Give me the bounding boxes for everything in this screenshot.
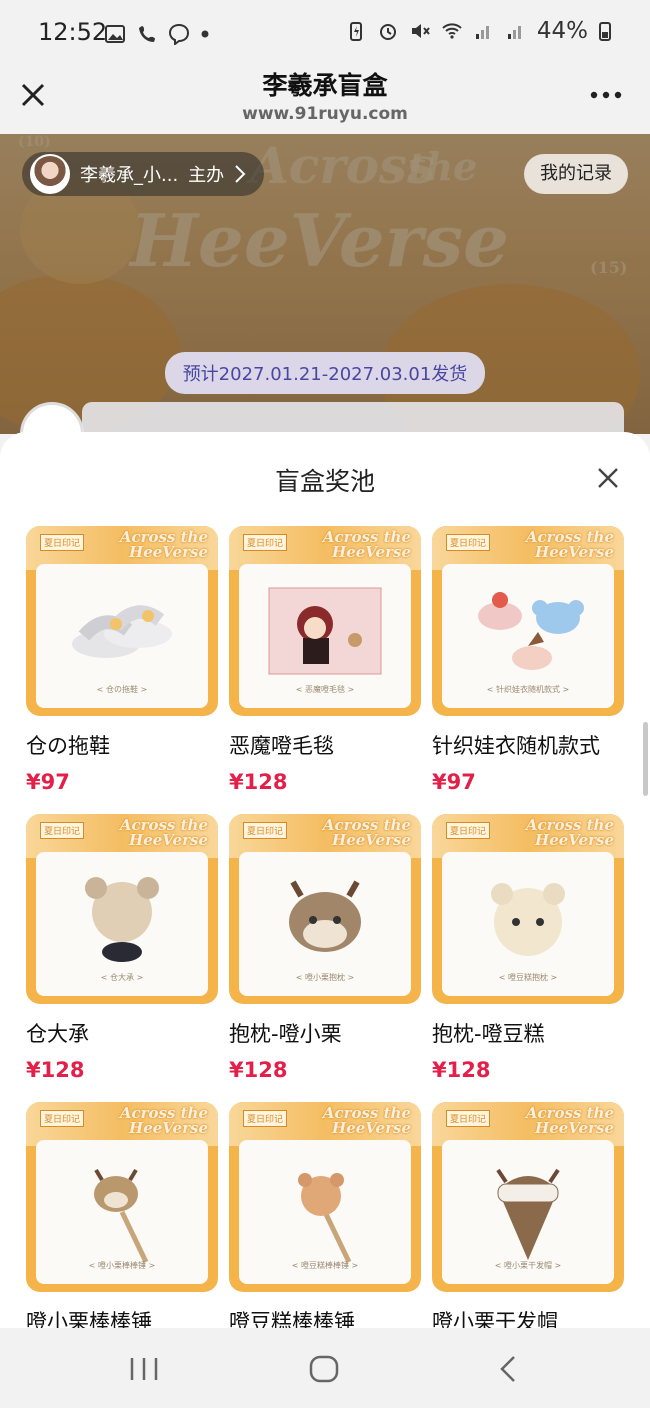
- scrollbar[interactable]: [643, 722, 648, 796]
- prize-name: 噔小栗棒棒锤: [26, 1310, 152, 1328]
- battery-icon: [599, 22, 611, 41]
- prize-pool-sheet: 盲盒奖池 夏日印记 Across the HeeVerse < 仓の拖鞋 > 仓の拖鞋 ¥…: [0, 432, 650, 1328]
- prize-price: ¥97: [432, 770, 476, 794]
- viber-icon: [168, 23, 190, 45]
- home-icon[interactable]: [308, 1354, 340, 1384]
- recent-apps-icon[interactable]: [128, 1356, 160, 1382]
- prize-price: ¥128: [229, 770, 288, 794]
- prize-price: ¥128: [229, 1058, 288, 1082]
- gallery-icon: [105, 25, 125, 43]
- info-card: [82, 402, 624, 434]
- ship-date-badge: 预计2027.01.21-2027.03.01发货: [0, 352, 650, 394]
- signal-icon: [475, 26, 489, 39]
- host-role: 主办: [188, 165, 225, 186]
- status-time: 12:52: [38, 18, 108, 46]
- wifi-icon: [442, 23, 462, 39]
- prize-item[interactable]: 夏日印记 Across the HeeVerse < 噔小栗棒棒锤 > 噔小栗棒棒锤: [26, 1102, 218, 1328]
- thumb-caption: < 噔小栗棒棒锤 >: [88, 1261, 156, 1270]
- host-pill[interactable]: 李羲承_小... 主办: [22, 152, 265, 196]
- prize-image: 夏日印记 Across the HeeVerse < 噔小栗抱枕 >: [229, 814, 421, 1004]
- signal-2-icon: [507, 26, 521, 39]
- system-nav-bar: [0, 1328, 650, 1408]
- prize-name: 抱枕-噔豆糕: [432, 1022, 545, 1046]
- prize-image: 夏日印记 Across the HeeVerse < 噔小栗干发帽 >: [432, 1102, 624, 1292]
- prize-name: 噔小栗干发帽: [432, 1310, 558, 1328]
- chevron-right-icon: [235, 165, 246, 183]
- prize-image: 夏日印记 Across the HeeVerse < 仓大承 >: [26, 814, 218, 1004]
- page-title: 李羲承盲盒: [262, 71, 388, 100]
- battery-saver-icon: [349, 22, 362, 41]
- prize-name: 抱枕-噔小栗: [229, 1022, 342, 1046]
- prize-item[interactable]: 夏日印记 Across the HeeVerse < 针织娃衣随机款式 > 针织娃衣随机…: [432, 526, 624, 794]
- missed-call-icon: [139, 26, 155, 42]
- prize-item[interactable]: 夏日印记 Across the HeeVerse < 噔豆糕抱枕 > 抱枕-噔豆糕 ¥12…: [432, 814, 624, 1082]
- app-header: 李羲承盲盒 www.91ruyu.com: [0, 62, 650, 134]
- page-url: www.91ruyu.com: [242, 104, 408, 124]
- prize-name: 噔豆糕棒棒锤: [229, 1310, 355, 1328]
- prize-name: 仓大承: [26, 1022, 89, 1046]
- thumb-caption: < 恶魔噔毛毯 >: [295, 685, 355, 694]
- mute-icon: [411, 24, 430, 38]
- notification-icons: [104, 20, 210, 48]
- prize-item[interactable]: 夏日印记 Across the HeeVerse < 仓の拖鞋 > 仓の拖鞋 ¥97: [26, 526, 218, 794]
- battery-percent: 44%: [536, 18, 588, 44]
- sheet-title: 盲盒奖池: [274, 467, 375, 496]
- prize-price: ¥97: [26, 770, 70, 794]
- avatar: [30, 154, 70, 194]
- prize-image: 夏日印记 Across the HeeVerse < 噔豆糕抱枕 >: [432, 814, 624, 1004]
- prize-item[interactable]: 夏日印记 Across the HeeVerse < 噔豆糕棒棒锤 > 噔豆糕棒棒锤: [229, 1102, 421, 1328]
- prize-name: 恶魔噔毛毯: [229, 734, 334, 758]
- prize-item[interactable]: 夏日印记 Across the HeeVerse < 噔小栗干发帽 > 噔小栗干发帽: [432, 1102, 624, 1328]
- thumb-caption: < 针织娃衣随机款式 >: [486, 685, 570, 694]
- prize-image: 夏日印记 Across the HeeVerse < 噔小栗棒棒锤 >: [26, 1102, 218, 1292]
- thumb-caption: < 仓の拖鞋 >: [96, 685, 148, 694]
- host-name: 李羲承_小...: [80, 165, 179, 186]
- close-icon[interactable]: [596, 466, 620, 490]
- prize-item[interactable]: 夏日印记 Across the HeeVerse < 恶魔噔毛毯 > 恶魔噔毛毯 ¥128: [229, 526, 421, 794]
- thumb-caption: < 噔豆糕棒棒锤 >: [291, 1261, 359, 1270]
- more-options-icon[interactable]: [588, 80, 624, 110]
- prize-image: 夏日印记 Across the HeeVerse < 恶魔噔毛毯 >: [229, 526, 421, 716]
- prize-item[interactable]: 夏日印记 Across the HeeVerse < 噔小栗抱枕 > 抱枕-噔小栗 ¥12…: [229, 814, 421, 1082]
- prize-item[interactable]: 夏日印记 Across the HeeVerse < 仓大承 > 仓大承 ¥128: [26, 814, 218, 1082]
- prize-name: 针织娃衣随机款式: [432, 734, 600, 758]
- prize-image: 夏日印记 Across the HeeVerse < 针织娃衣随机款式 >: [432, 526, 624, 716]
- thumb-caption: < 噔豆糕抱枕 >: [498, 973, 558, 982]
- prize-price: ¥128: [432, 1058, 491, 1082]
- thumb-caption: < 仓大承 >: [100, 973, 144, 982]
- prize-image: 夏日印记 Across the HeeVerse < 仓の拖鞋 >: [26, 526, 218, 716]
- ship-date-text: 预计2027.01.21-2027.03.01发货: [164, 352, 486, 394]
- alarm-icon: [379, 24, 396, 40]
- thumb-caption: < 噔小栗干发帽 >: [494, 1261, 562, 1270]
- status-bar: 12:52 44%: [0, 0, 650, 62]
- prize-name: 仓の拖鞋: [26, 734, 110, 758]
- prize-image: 夏日印记 Across the HeeVerse < 噔豆糕棒棒锤 >: [229, 1102, 421, 1292]
- system-icons: 44%: [345, 18, 612, 44]
- prize-price: ¥128: [26, 1058, 85, 1082]
- my-records-button[interactable]: 我的记录: [524, 154, 628, 194]
- dot-icon: [201, 30, 209, 38]
- thumb-caption: < 噔小栗抱枕 >: [295, 973, 355, 982]
- event-banner: (10) Across the HeeVerse (15) 李羲承_小... 主…: [0, 134, 650, 434]
- back-icon[interactable]: [496, 1354, 520, 1384]
